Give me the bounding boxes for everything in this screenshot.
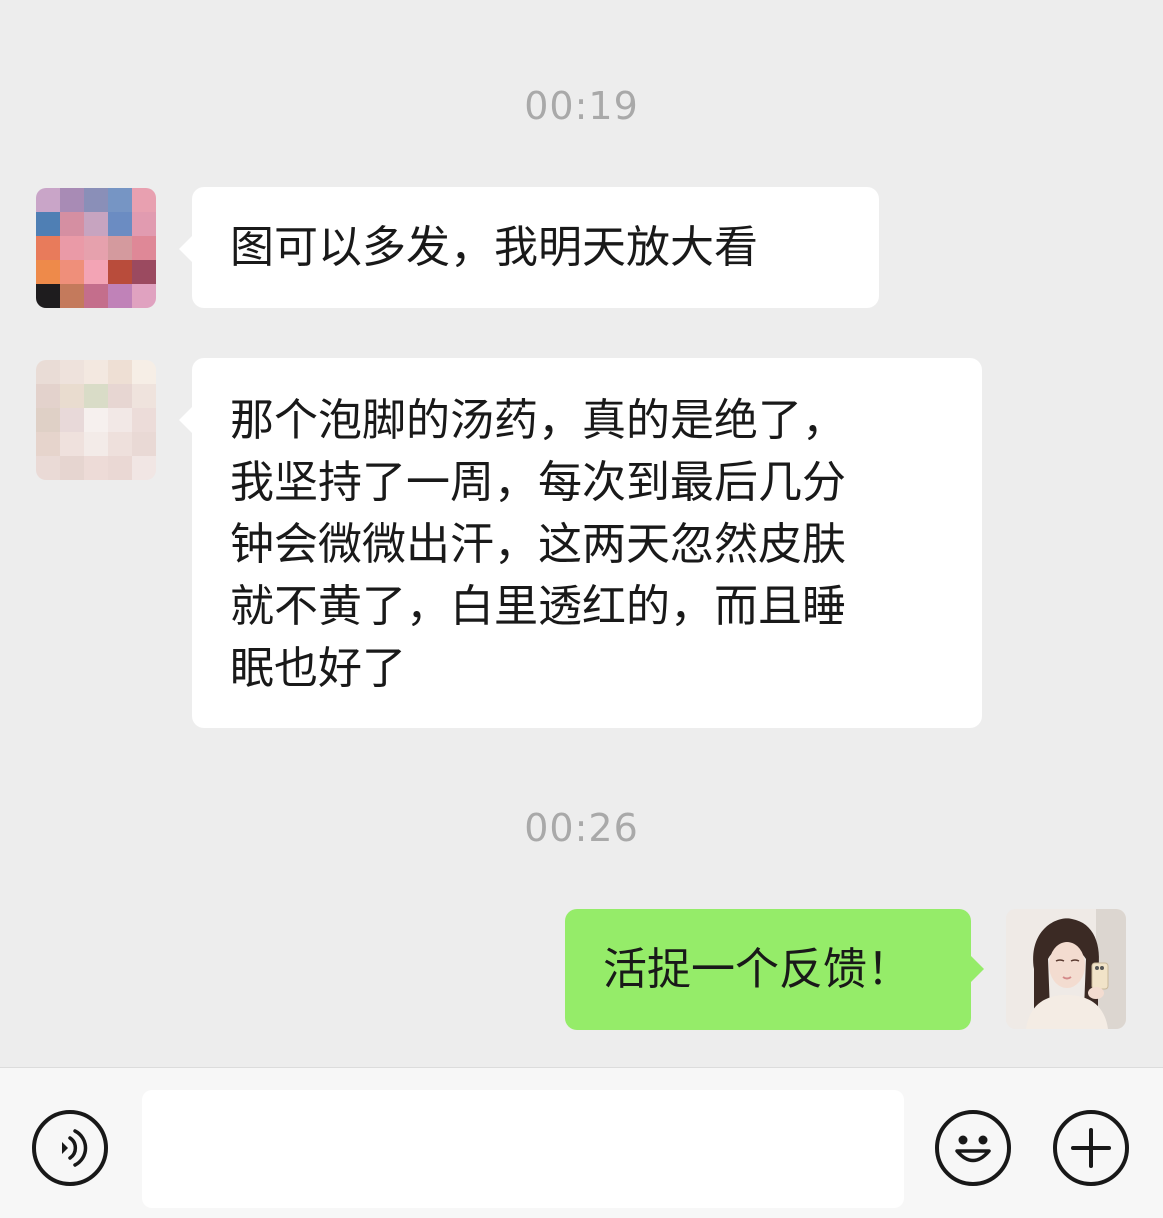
- timestamp: 00:19: [524, 84, 639, 128]
- user-photo: [1006, 909, 1126, 1029]
- message-line: 那个泡脚的汤药，真的是绝了，: [230, 395, 846, 446]
- user-avatar[interactable]: [1006, 909, 1126, 1029]
- contact-avatar[interactable]: [36, 188, 156, 308]
- pixelated-avatar-image: [36, 188, 156, 308]
- message-text: 活捉一个反馈！: [603, 944, 911, 995]
- emoji-icon: [955, 1135, 991, 1163]
- message-line: 钟会微微出汗，这两天忽然皮肤: [230, 519, 846, 570]
- more-button[interactable]: [1053, 1110, 1129, 1186]
- incoming-message-bubble[interactable]: 图可以多发，我明天放大看: [179, 187, 879, 308]
- voice-icon: [62, 1129, 88, 1167]
- contact-avatar[interactable]: [36, 360, 156, 480]
- pixelated-avatar-image: [36, 360, 156, 480]
- plus-icon: [1071, 1128, 1111, 1168]
- input-bar: [0, 1067, 1163, 1218]
- incoming-message-bubble[interactable]: 那个泡脚的汤药，真的是绝了， 我坚持了一周，每次到最后几分 钟会微微出汗，这两天…: [179, 358, 982, 728]
- emoji-button[interactable]: [935, 1110, 1011, 1186]
- timestamp: 00:26: [524, 806, 639, 850]
- message-line: 眠也好了: [230, 643, 406, 694]
- message-text: 图可以多发，我明天放大看: [230, 222, 758, 273]
- outgoing-message-bubble[interactable]: 活捉一个反馈！: [565, 909, 984, 1030]
- message-line: 我坚持了一周，每次到最后几分: [230, 457, 846, 508]
- message-input[interactable]: [142, 1090, 904, 1208]
- message-line: 就不黄了，白里透红的，而且睡: [230, 581, 846, 632]
- voice-button[interactable]: [32, 1110, 108, 1186]
